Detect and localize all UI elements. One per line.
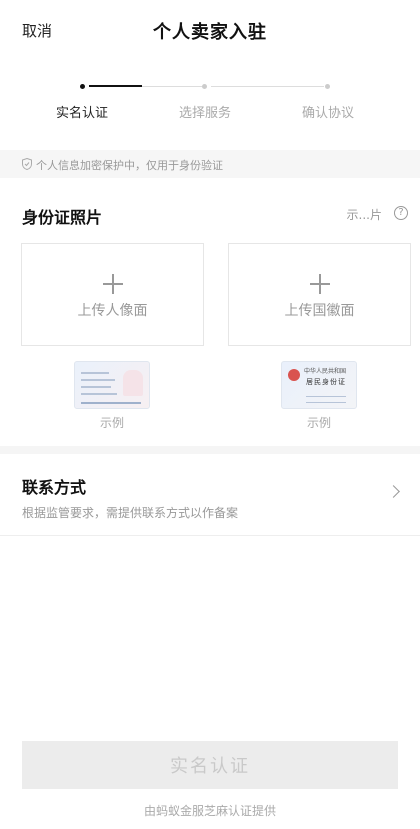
privacy-banner: 个人信息加密保护中，仅用于身份验证	[0, 150, 420, 178]
id-back-sample-image: 中华人民共和国 居民身份证	[281, 361, 357, 409]
upload-front-label: 上传人像面	[77, 303, 148, 319]
step-label-2: 选择服务	[178, 106, 231, 121]
step-line-active	[89, 85, 142, 87]
step-label-1: 实名认证	[55, 106, 108, 121]
footer-text: 由蚂蚁金服芝麻认证提供	[143, 804, 276, 818]
privacy-text: 个人信息加密保护中，仅用于身份验证	[36, 159, 223, 172]
step-line-2	[211, 86, 324, 87]
id-back-title: 中华人民共和国	[304, 368, 347, 375]
sample-caption-back: 示例	[306, 416, 331, 430]
emblem-icon	[288, 369, 300, 381]
section-divider	[0, 446, 420, 454]
step-dot-2	[202, 84, 207, 89]
id-front-sample-image	[74, 361, 150, 409]
header: 取消 个人卖家入驻	[0, 0, 420, 60]
upload-back-label: 上传国徽面	[284, 303, 355, 319]
plus-icon	[309, 274, 330, 294]
step-dot-3	[325, 84, 330, 89]
id-section-title: 身份证照片	[22, 208, 103, 227]
sample-caption-front: 示例	[99, 416, 124, 430]
plus-icon	[102, 274, 123, 294]
step-label-3: 确认协议	[301, 106, 354, 121]
id-back-subtitle: 居民身份证	[306, 378, 346, 386]
help-icon[interactable]: ?	[394, 206, 408, 220]
contact-desc: 根据监管要求，需提供联系方式以作备案	[22, 506, 239, 520]
shield-icon	[22, 158, 32, 170]
contact-row[interactable]: 联系方式 根据监管要求，需提供联系方式以作备案	[0, 454, 420, 536]
page-title: 个人卖家入驻	[153, 22, 267, 43]
contact-title: 联系方式	[22, 478, 87, 497]
step-line-1	[142, 86, 202, 87]
sample-photo-link[interactable]: 示...片	[347, 206, 382, 223]
chevron-right-icon	[387, 485, 400, 498]
step-dot-1	[80, 84, 85, 89]
upload-back-button[interactable]: 上传国徽面	[228, 243, 411, 346]
submit-button[interactable]: 实名认证	[22, 741, 398, 789]
upload-front-button[interactable]: 上传人像面	[21, 243, 204, 346]
step-indicator: 实名认证 选择服务 确认协议	[0, 72, 420, 132]
portrait-icon	[123, 370, 143, 396]
